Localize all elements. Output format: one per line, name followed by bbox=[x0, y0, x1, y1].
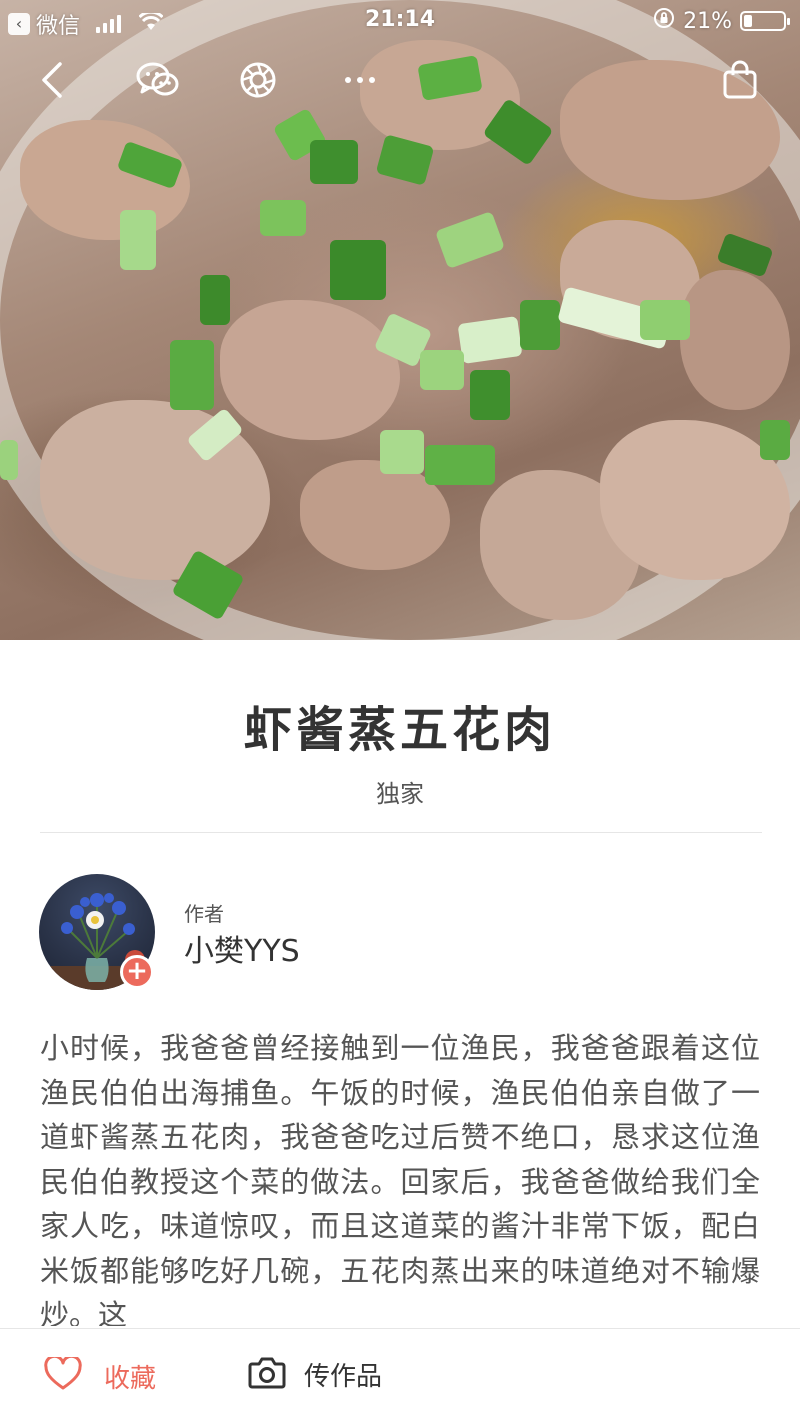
upload-work-button[interactable]: 传作品 bbox=[248, 1355, 382, 1393]
moments-icon[interactable] bbox=[236, 58, 280, 102]
recipe-subtitle: 独家 bbox=[376, 780, 424, 808]
recipe-title: 虾酱蒸五花肉 bbox=[243, 702, 556, 758]
recipe-photo[interactable] bbox=[0, 0, 800, 640]
shopping-bag-icon[interactable] bbox=[718, 58, 762, 102]
battery-percent: 21% bbox=[683, 8, 732, 34]
scallion bbox=[425, 445, 495, 485]
scallion bbox=[310, 140, 358, 184]
scallion bbox=[470, 370, 510, 420]
scallion bbox=[380, 430, 424, 474]
camera-icon bbox=[248, 1355, 286, 1393]
scallion bbox=[0, 440, 18, 480]
scallion bbox=[120, 210, 156, 270]
divider bbox=[40, 832, 762, 833]
battery-level bbox=[744, 15, 752, 27]
scallion bbox=[330, 240, 386, 300]
scallion bbox=[420, 350, 464, 390]
scallion bbox=[640, 300, 690, 340]
bottom-action-bar: 收藏 传作品 bbox=[0, 1328, 800, 1422]
wechat-icon[interactable] bbox=[136, 58, 180, 102]
battery-icon bbox=[740, 11, 790, 31]
scallion bbox=[520, 300, 560, 350]
orientation-lock-icon bbox=[653, 7, 675, 35]
recipe-description: 小时候，我爸爸曾经接触到一位渔民，我爸爸跟着这位渔民伯伯出海捕鱼。午饭的时候，渔… bbox=[40, 1031, 760, 1326]
scallion bbox=[200, 275, 230, 325]
author-label: 作者 bbox=[184, 902, 224, 926]
scallion bbox=[457, 316, 523, 364]
upload-label: 传作品 bbox=[304, 1361, 383, 1392]
heart-icon bbox=[44, 1354, 82, 1395]
author-name[interactable]: 小樊YYS bbox=[184, 926, 300, 970]
scallion bbox=[260, 200, 306, 236]
follow-add-button[interactable]: + bbox=[120, 955, 154, 989]
status-bar: ‹ 微信 21:14 21% bbox=[0, 0, 800, 40]
favorite-button[interactable]: 收藏 bbox=[44, 1354, 157, 1395]
scallion bbox=[170, 340, 214, 410]
scallion bbox=[760, 420, 790, 460]
more-icon[interactable] bbox=[338, 58, 382, 102]
back-icon[interactable] bbox=[30, 58, 74, 102]
favorite-label: 收藏 bbox=[104, 1363, 157, 1394]
